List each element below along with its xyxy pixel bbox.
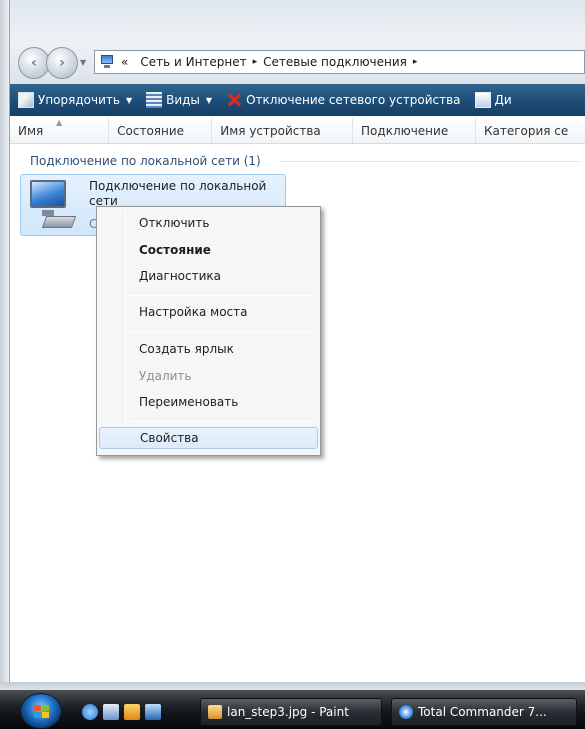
- column-headers: ▲ Имя Состояние Имя устройства Подключен…: [10, 118, 585, 144]
- paint-icon: [208, 705, 222, 719]
- column-header-status[interactable]: Состояние: [109, 118, 213, 143]
- diagnose-icon: [474, 92, 491, 108]
- breadcrumb-network-connections[interactable]: Сетевые подключения: [263, 55, 407, 69]
- breadcrumb-network-internet[interactable]: Сеть и Интернет: [140, 55, 246, 69]
- show-desktop-icon[interactable]: [145, 704, 161, 720]
- chevron-down-icon: ▼: [205, 95, 213, 105]
- window-frame-left: [0, 0, 10, 690]
- taskbar-button-paint[interactable]: lan_step3.jpg - Paint: [200, 698, 382, 726]
- taskbar-button-label: lan_step3.jpg - Paint: [227, 705, 349, 719]
- taskbar-button-total-commander[interactable]: Total Commander 7...: [391, 698, 577, 726]
- forward-button[interactable]: ›: [46, 47, 78, 79]
- network-folder-icon: [99, 54, 115, 70]
- address-overflow-chevron[interactable]: «: [121, 55, 128, 69]
- window-frame-bottom: [0, 682, 585, 690]
- views-label: Виды: [166, 93, 200, 107]
- group-header[interactable]: Подключение по локальной сети (1): [30, 154, 261, 168]
- menu-item-status[interactable]: Состояние: [99, 239, 318, 261]
- menu-item-bridge-settings[interactable]: Настройка моста: [99, 301, 318, 323]
- organize-button[interactable]: Упорядочить ▼: [18, 92, 138, 108]
- menu-item-delete: Удалить: [139, 369, 192, 383]
- column-header-name[interactable]: ▲ Имя: [10, 118, 110, 143]
- context-menu: Отключить Состояние Диагностика Настройк…: [96, 206, 321, 456]
- window-title-area: [10, 0, 585, 42]
- address-bar[interactable]: « Сеть и Интернет ▸ Сетевые подключения …: [94, 50, 585, 74]
- disconnect-label: Отключение сетевого устройства: [246, 93, 461, 107]
- menu-item-create-shortcut[interactable]: Создать ярлык: [99, 338, 318, 360]
- windows-logo-icon: [34, 705, 50, 719]
- menu-separator: [129, 331, 315, 332]
- views-icon: [146, 92, 163, 108]
- menu-separator: [129, 421, 315, 422]
- taskbar-button-label: Total Commander 7...: [418, 705, 547, 719]
- disconnect-device-button[interactable]: Отключение сетевого устройства: [226, 92, 460, 108]
- command-toolbar: Упорядочить ▼ Виды ▼ Отключение сетевого…: [10, 84, 585, 116]
- media-player-icon[interactable]: [124, 704, 140, 720]
- start-button[interactable]: [20, 693, 62, 729]
- navigation-bar: ‹ › ▼ « Сеть и Интернет ▸ Сетевые подклю…: [10, 42, 585, 84]
- diagnose-button[interactable]: Ди: [474, 92, 512, 108]
- switch-windows-icon[interactable]: [103, 704, 119, 720]
- menu-item-properties[interactable]: Свойства: [99, 427, 318, 449]
- forward-arrow-icon: ›: [59, 55, 65, 71]
- red-x-icon: [226, 92, 242, 108]
- item-name: Подключение по локальной сети: [89, 179, 267, 208]
- menu-item-rename[interactable]: Переименовать: [99, 391, 318, 413]
- breadcrumb-separator-icon[interactable]: ▸: [253, 57, 258, 67]
- organize-icon: [18, 92, 34, 108]
- views-button[interactable]: Виды ▼: [146, 92, 218, 108]
- internet-explorer-icon[interactable]: [82, 704, 98, 720]
- column-header-device-name[interactable]: Имя устройства: [212, 118, 354, 143]
- organize-label: Упорядочить: [38, 93, 120, 107]
- group-divider: [280, 161, 580, 162]
- diagnose-label: Ди: [494, 93, 512, 107]
- column-header-category[interactable]: Категория се: [476, 118, 585, 143]
- menu-item-disable[interactable]: Отключить: [99, 212, 318, 234]
- breadcrumb-separator-icon[interactable]: ▸: [413, 57, 418, 67]
- total-commander-icon: [399, 705, 413, 719]
- network-connection-icon: [26, 178, 82, 234]
- chevron-down-icon: ▼: [125, 95, 133, 105]
- menu-item-diagnose[interactable]: Диагностика: [99, 265, 318, 287]
- sort-ascending-icon: ▲: [56, 118, 63, 127]
- column-header-connection[interactable]: Подключение: [353, 118, 476, 143]
- recent-pages-dropdown-icon[interactable]: ▼: [80, 58, 86, 67]
- back-arrow-icon: ‹: [31, 55, 37, 71]
- menu-separator: [129, 295, 315, 296]
